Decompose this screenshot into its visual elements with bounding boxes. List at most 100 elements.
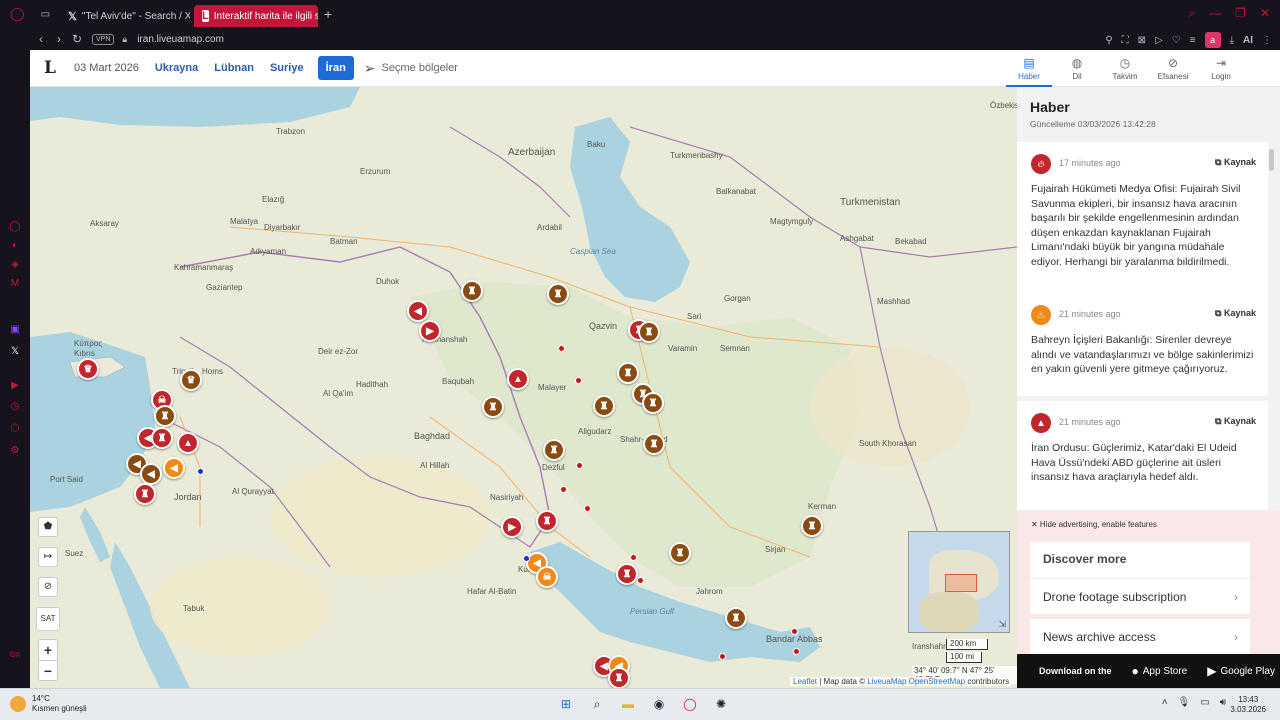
event-dot[interactable] (197, 468, 204, 475)
maximize-icon[interactable]: ❐ (1235, 6, 1246, 21)
event-marker[interactable]: ♛ (77, 358, 99, 380)
event-dot[interactable] (575, 377, 582, 384)
nav-syria[interactable]: Suriye (270, 62, 304, 74)
event-marker[interactable]: ☠ (536, 566, 558, 588)
tab-overview-icon[interactable]: ▭ (41, 9, 50, 20)
system-clock[interactable]: 13:43 3.03.2026 (1230, 695, 1266, 715)
file-explorer-icon[interactable]: ▬ (618, 694, 638, 714)
event-marker[interactable]: ♜ (801, 515, 823, 537)
event-marker[interactable]: ♜ (482, 396, 504, 418)
adblock-icon[interactable]: ⊠ (1138, 35, 1146, 46)
event-dot[interactable] (630, 554, 637, 561)
event-marker[interactable]: ◀ (407, 300, 429, 322)
tab-efsanesi[interactable]: ⊘ Efsanesi (1150, 50, 1196, 87)
event-marker[interactable]: ♜ (669, 542, 691, 564)
minimize-icon[interactable]: — (1209, 6, 1221, 21)
event-dot[interactable] (523, 555, 530, 562)
header-date[interactable]: 03 Mart 2026 (74, 62, 139, 74)
history-icon[interactable]: ◷ (9, 401, 21, 413)
event-marker[interactable]: ♜ (617, 362, 639, 384)
event-marker[interactable]: ♜ (593, 395, 615, 417)
heart-icon[interactable]: ♡ (1172, 35, 1181, 46)
new-tab-button[interactable]: + (324, 6, 332, 22)
x-icon[interactable]: 𝕏 (9, 346, 21, 358)
event-marker[interactable]: ♜ (608, 667, 630, 688)
map-canvas[interactable]: Trabzon Gorgan Erzurum Baku Turkmenbashy… (30, 87, 1017, 688)
news-card[interactable]: 🔥︎ 17 minutes ago ⧉ Kaynak Fujairah Hükü… (1017, 142, 1268, 294)
opera-gx-icon[interactable]: ◯ (680, 694, 700, 714)
reload-icon[interactable]: ↻ (68, 32, 86, 46)
player-icon[interactable]: ▶ (9, 380, 21, 392)
tab-login[interactable]: ⇥ Login (1198, 50, 1244, 87)
select-regions[interactable]: ➢ Seçme bölgeler (364, 60, 458, 77)
event-marker[interactable]: ◀ (140, 463, 162, 485)
event-marker[interactable]: ♜ (725, 607, 747, 629)
messenger-icon[interactable]: ◈ (9, 259, 21, 271)
source-link[interactable]: ⧉ Kaynak (1215, 416, 1256, 427)
gmail-icon[interactable]: M (9, 278, 21, 290)
back-icon[interactable]: ‹ (32, 32, 50, 46)
profile-avatar[interactable]: a (1204, 32, 1221, 48)
discover-item[interactable]: News archive access › (1030, 618, 1250, 654)
event-marker[interactable]: ♜ (154, 405, 176, 427)
nav-lebanon[interactable]: Lübnan (214, 62, 254, 74)
zoom-in-button[interactable]: + (39, 640, 57, 660)
news-card[interactable]: ♨ 21 minutes ago ⧉ Kaynak Bahreyn İçişle… (1017, 293, 1268, 396)
ai-button[interactable]: AI (1243, 35, 1253, 46)
zoom-out-button[interactable]: − (39, 660, 57, 680)
event-marker[interactable]: ♜ (134, 483, 156, 505)
leaflet-link[interactable]: Leaflet (793, 677, 817, 686)
event-marker[interactable]: ♜ (543, 439, 565, 461)
event-marker[interactable]: ♛ (180, 369, 202, 391)
satellite-toggle[interactable]: SAT (36, 607, 60, 631)
google-play-button[interactable]: ▶ Google Play (1207, 664, 1275, 678)
snapshot-icon[interactable]: ⛶ (1122, 35, 1129, 46)
event-marker[interactable]: ♜ (536, 510, 558, 532)
minimap-viewport[interactable] (945, 574, 977, 592)
tab-takvim[interactable]: ◷ Takvim (1102, 50, 1148, 87)
microphone-icon[interactable]: 🎙︎ (1178, 697, 1191, 708)
tab-dil[interactable]: ◍ Dil (1054, 50, 1100, 87)
menu-icon[interactable]: ≡ (1190, 35, 1196, 46)
forward-icon[interactable]: › (50, 32, 68, 46)
discover-item[interactable]: Drone footage subscription › (1030, 578, 1250, 614)
settings-icon[interactable]: ⚙ (9, 445, 21, 457)
pin-icon[interactable]: ⚲ (1105, 35, 1112, 46)
event-marker[interactable]: ▶ (419, 320, 441, 342)
app-icon[interactable]: ✺ (711, 694, 731, 714)
chevron-up-icon[interactable]: ˄ (1162, 697, 1168, 708)
event-marker[interactable]: ◀ (163, 457, 185, 479)
liveuamap-link[interactable]: LiveuaMap (867, 677, 906, 686)
nav-ukraine[interactable]: Ukrayna (155, 62, 198, 74)
event-marker[interactable]: ▲ (507, 368, 529, 390)
event-marker[interactable]: ♜ (151, 427, 173, 449)
measure-button[interactable]: ↦ (38, 547, 58, 567)
event-marker[interactable]: ♜ (642, 392, 664, 414)
search-icon[interactable]: ⌕ (587, 694, 607, 714)
event-dot[interactable] (560, 486, 567, 493)
event-marker[interactable]: ▶ (501, 516, 523, 538)
vpn-badge[interactable]: VPN (92, 33, 115, 45)
url-text[interactable]: iran.liveuamap.com (137, 34, 224, 45)
windows-start-icon[interactable]: ⊞ (556, 694, 576, 714)
nav-iran[interactable]: İran (317, 56, 354, 80)
app-store-button[interactable]: ● App Store (1132, 664, 1188, 678)
osm-link[interactable]: OpenStreetMap (909, 677, 965, 686)
news-card[interactable]: ▲ 21 minutes ago ⧉ Kaynak İran Ordusu: G… (1017, 401, 1268, 511)
tab-search-x[interactable]: 𝕏 "Tel Aviv'de" - Search / X (60, 5, 190, 27)
tab-liveuamap[interactable]: L Interaktif harita ile ilgili son (194, 5, 319, 27)
hide-layer-button[interactable]: ⊘ (38, 577, 58, 597)
search-icon[interactable]: ⌕ (1188, 6, 1195, 21)
twitch-icon[interactable]: ▣ (9, 324, 21, 336)
close-icon[interactable]: ✕ (1260, 6, 1270, 21)
display-icon[interactable]: ▭ (1200, 697, 1209, 708)
event-dot[interactable] (558, 345, 565, 352)
more-icon[interactable]: ⋮ (1262, 35, 1272, 46)
event-marker[interactable]: ♜ (643, 433, 665, 455)
minimap[interactable]: ⇲ (908, 531, 1010, 633)
event-dot[interactable] (793, 648, 800, 655)
tab-haber[interactable]: ▤ Haber (1006, 50, 1052, 87)
aria-icon[interactable]: ◐ (9, 240, 21, 252)
panel-scrollbar[interactable] (1269, 149, 1274, 171)
volume-icon[interactable]: 🔊︎ (1220, 697, 1226, 708)
